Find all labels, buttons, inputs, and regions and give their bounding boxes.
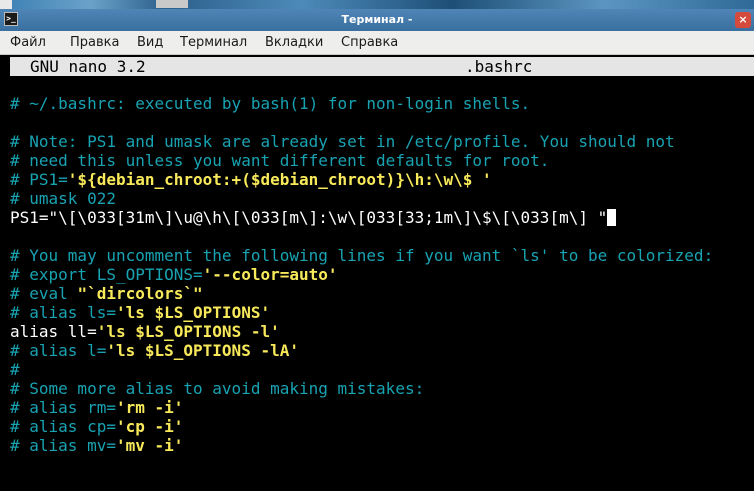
comment-text: # umask 022 xyxy=(10,189,116,208)
comment-text: # xyxy=(10,360,20,379)
string-literal: "`dircolors`" xyxy=(77,284,203,303)
editor-line[interactable]: # umask 022 xyxy=(10,189,713,208)
editor-line[interactable]: # You may uncomment the following lines … xyxy=(10,246,713,265)
menu-file[interactable]: Файл xyxy=(10,35,46,50)
menu-bar: Файл Правка Вид Терминал Вкладки Справка xyxy=(0,31,754,55)
string-literal: '--color=auto' xyxy=(202,265,338,284)
editor-line[interactable]: # xyxy=(10,360,713,379)
text-cursor xyxy=(607,209,617,226)
string-literal: '${debian_chroot:+($debian_chroot)}\h:\w… xyxy=(67,170,492,189)
editor-line[interactable]: # alias ls='ls $LS_OPTIONS' xyxy=(10,303,713,322)
string-literal: 'mv -i' xyxy=(115,436,184,455)
nano-version: GNU nano 3.2 xyxy=(30,57,146,76)
editor-line[interactable]: # Some more alias to avoid making mistak… xyxy=(10,379,713,398)
editor-line[interactable]: # alias l='ls $LS_OPTIONS -lA' xyxy=(10,341,713,360)
editor-line[interactable]: # PS1='${debian_chroot:+($debian_chroot)… xyxy=(10,170,713,189)
comment-text: # Some more alias to avoid making mistak… xyxy=(10,379,425,398)
editor-blank-line[interactable] xyxy=(10,227,713,246)
comment-text: # PS1= xyxy=(10,170,68,189)
string-literal: 'rm -i' xyxy=(115,398,184,417)
comment-text: # Note: PS1 and umask are already set in… xyxy=(10,132,675,151)
comment-text: # alias ls= xyxy=(10,303,116,322)
comment-text: # export LS_OPTIONS= xyxy=(10,265,203,284)
editor-line[interactable]: # alias rm='rm -i' xyxy=(10,398,713,417)
menu-edit[interactable]: Правка xyxy=(70,35,119,50)
editor-line[interactable]: # Note: PS1 and umask are already set in… xyxy=(10,132,713,151)
editor-line[interactable]: # ~/.bashrc: executed by bash(1) for non… xyxy=(10,94,713,113)
nano-header-bar: GNU nano 3.2 .bashrc xyxy=(10,57,754,76)
editor-line[interactable]: # export LS_OPTIONS='--color=auto' xyxy=(10,265,713,284)
editor-line[interactable]: PS1="\[\033[31m\]\u@\h\[\033[m\]:\w\[033… xyxy=(10,208,713,227)
editor-line[interactable]: # eval "`dircolors`" xyxy=(10,284,713,303)
menu-view[interactable]: Вид xyxy=(137,35,163,50)
editor-blank-line[interactable] xyxy=(10,113,713,132)
menu-terminal[interactable]: Терминал xyxy=(180,35,247,50)
code-text: alias ll= xyxy=(10,322,97,341)
editor-line[interactable]: # alias cp='cp -i' xyxy=(10,417,713,436)
desktop-wallpaper-detail xyxy=(156,0,188,8)
editor-line[interactable]: alias ll='ls $LS_OPTIONS -l' xyxy=(10,322,713,341)
nano-filename: .bashrc xyxy=(465,57,533,76)
terminal-area[interactable]: GNU nano 3.2 .bashrc # ~/.bashrc: execut… xyxy=(0,55,754,491)
terminal-window: >_ Терминал - × Файл Правка Вид Терминал… xyxy=(0,9,754,491)
menu-tabs[interactable]: Вкладки xyxy=(265,35,323,50)
comment-text: # alias rm= xyxy=(10,398,116,417)
comment-text: # alias cp= xyxy=(10,417,116,436)
window-titlebar[interactable]: >_ Терминал - × xyxy=(0,9,754,31)
string-literal: 'cp -i' xyxy=(115,417,184,436)
string-literal: 'ls $LS_OPTIONS' xyxy=(115,303,271,322)
comment-text: # alias l= xyxy=(10,341,107,360)
comment-text: # need this unless you want different de… xyxy=(10,151,550,170)
code-text: "\[\033[31m\]\u@\h\[\033[m\]:\w\[033[33;… xyxy=(48,208,608,227)
comment-text: # alias mv= xyxy=(10,436,116,455)
editor-text[interactable]: # ~/.bashrc: executed by bash(1) for non… xyxy=(10,94,713,455)
comment-text: # eval xyxy=(10,284,78,303)
comment-text: # ~/.bashrc: executed by bash(1) for non… xyxy=(10,94,531,113)
editor-line[interactable]: # need this unless you want different de… xyxy=(10,151,713,170)
code-text: PS1= xyxy=(10,208,49,227)
editor-line[interactable]: # alias mv='mv -i' xyxy=(10,436,713,455)
comment-text: # You may uncomment the following lines … xyxy=(10,246,714,265)
string-literal: 'ls $LS_OPTIONS -lA' xyxy=(106,341,299,360)
menu-help[interactable]: Справка xyxy=(341,35,398,50)
window-title: Терминал - xyxy=(341,13,413,26)
string-literal: 'ls $LS_OPTIONS -l' xyxy=(96,322,280,341)
close-icon[interactable]: × xyxy=(735,12,751,28)
